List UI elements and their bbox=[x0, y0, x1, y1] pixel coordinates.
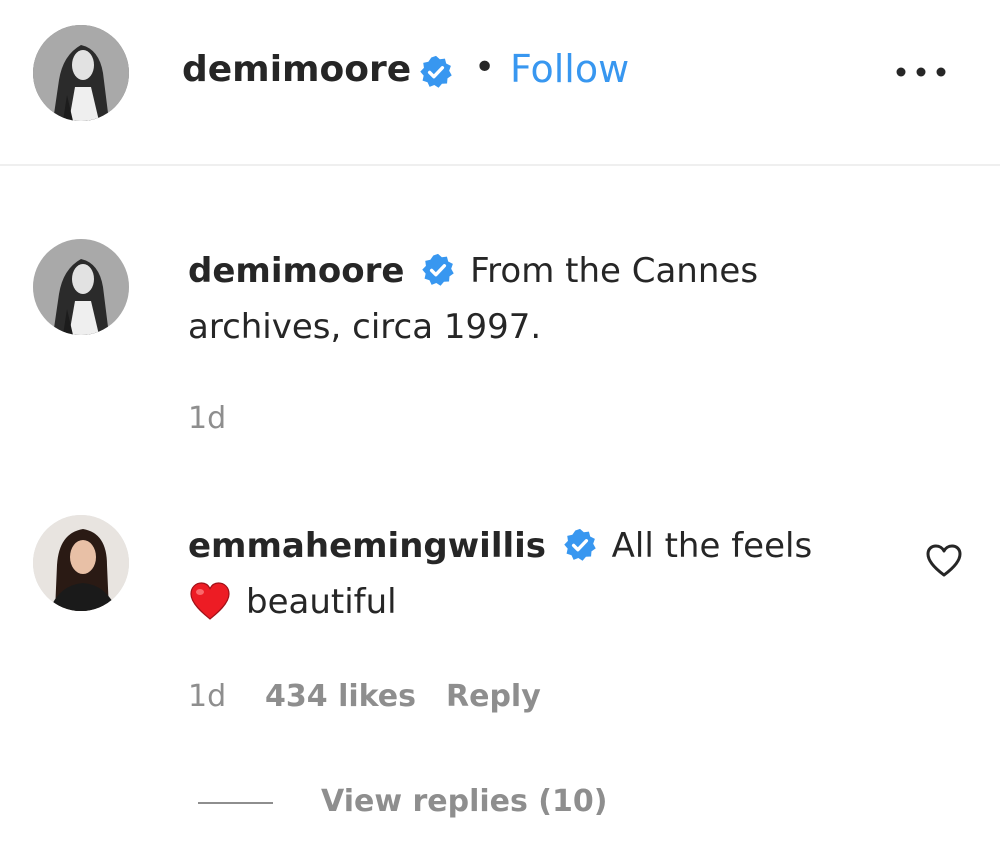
comment-username[interactable]: emmahemingwillis bbox=[188, 526, 546, 566]
like-heart-icon[interactable] bbox=[923, 541, 965, 579]
caption-text-block: demimoore From the Cannes archives, circ… bbox=[188, 243, 888, 355]
post-author-username[interactable]: demimoore bbox=[182, 48, 411, 92]
post-author-avatar[interactable] bbox=[33, 25, 129, 121]
comment-text-block: emmahemingwillis All the feels beautiful bbox=[188, 518, 888, 638]
replies-divider-line bbox=[198, 802, 273, 804]
comment-likes-count[interactable]: 434 likes bbox=[265, 677, 416, 717]
caption-timestamp[interactable]: 1d bbox=[188, 399, 226, 439]
header-separator: • bbox=[474, 47, 496, 88]
verified-badge-icon bbox=[419, 55, 453, 89]
follow-button[interactable]: Follow bbox=[510, 46, 629, 92]
verified-badge-icon bbox=[563, 528, 597, 562]
caption-author-avatar[interactable] bbox=[33, 239, 129, 335]
commenter-avatar[interactable] bbox=[33, 515, 129, 611]
comment-text-part1: All the feels bbox=[611, 526, 813, 566]
header-divider bbox=[0, 164, 1000, 166]
verified-badge-icon bbox=[421, 253, 455, 287]
reply-button[interactable]: Reply bbox=[446, 677, 541, 717]
more-options-icon[interactable] bbox=[893, 62, 949, 82]
red-heart-icon bbox=[188, 581, 232, 638]
view-replies-button[interactable]: View replies (10) bbox=[321, 782, 607, 822]
caption-username[interactable]: demimoore bbox=[188, 251, 404, 291]
comment-text-part2: beautiful bbox=[246, 582, 397, 622]
comment-timestamp[interactable]: 1d bbox=[188, 677, 226, 717]
